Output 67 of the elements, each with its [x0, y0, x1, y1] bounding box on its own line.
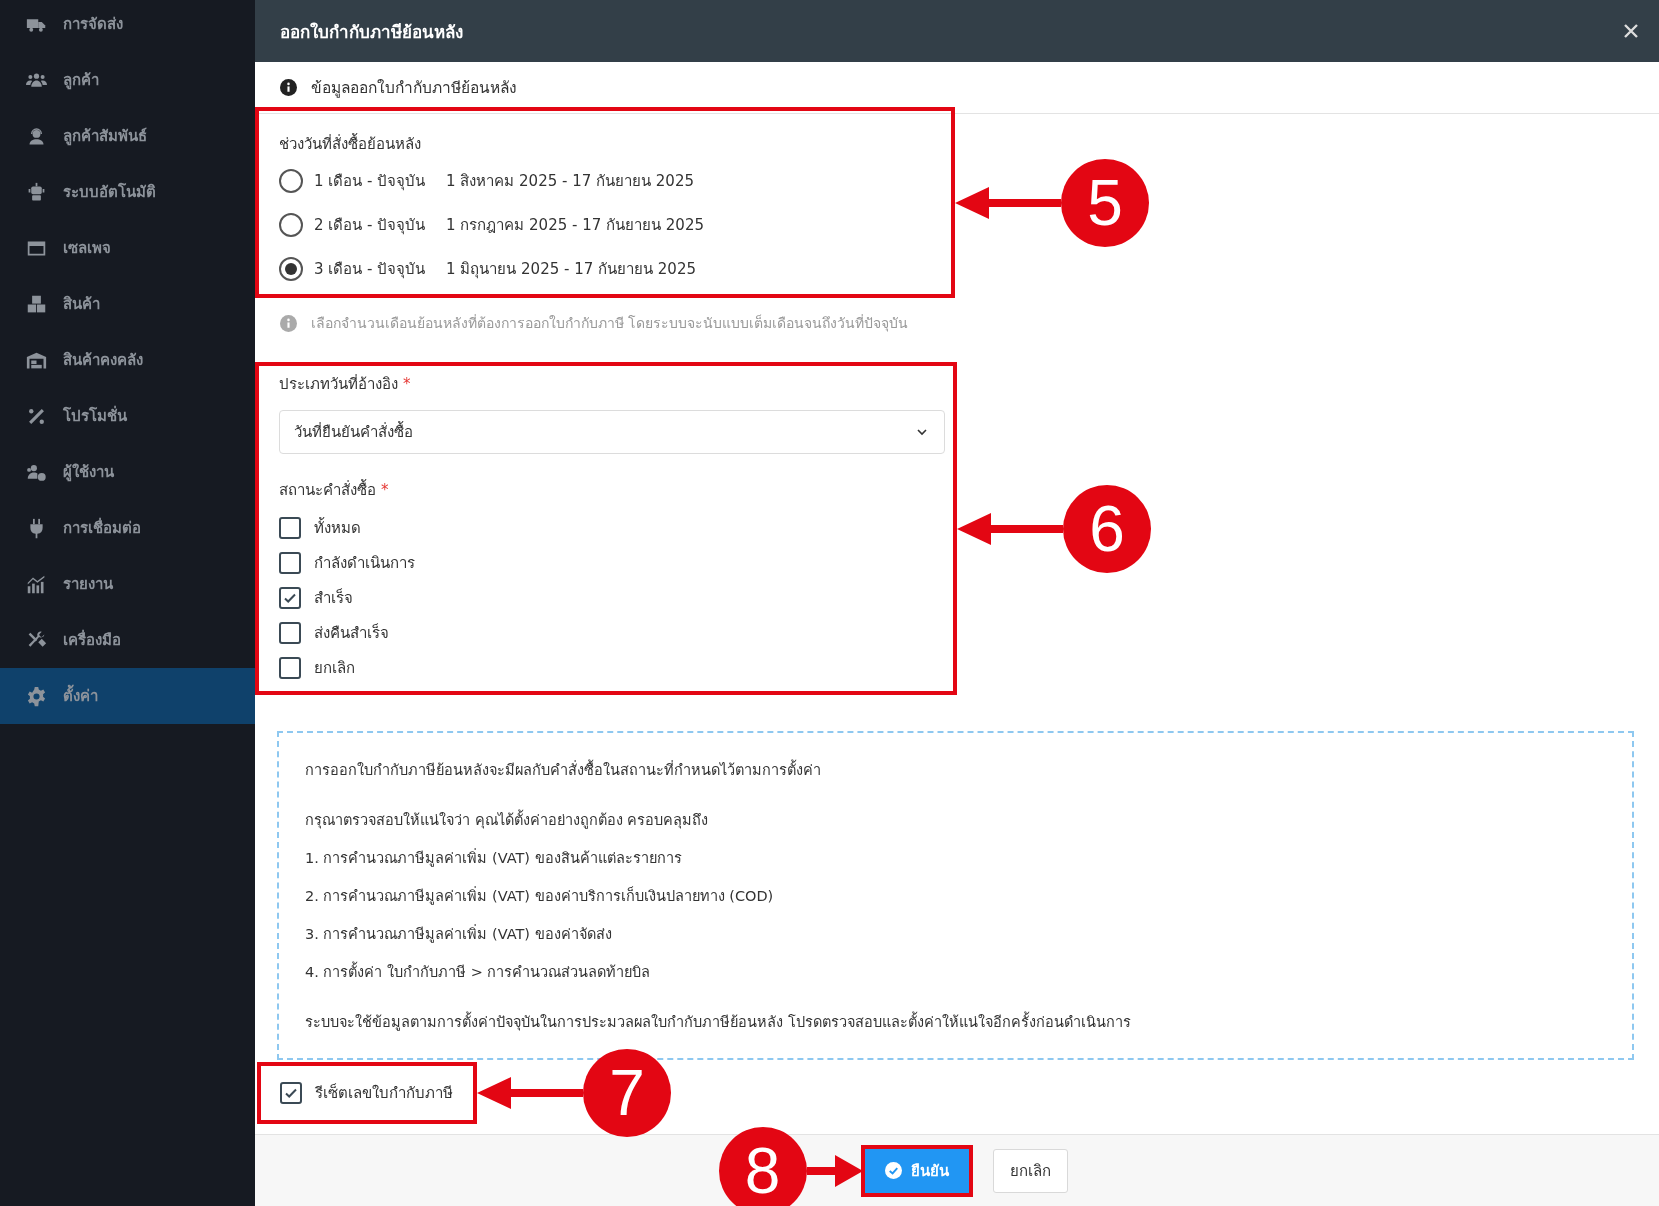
sidebar-item[interactable]: สินค้าคงคลัง: [0, 332, 255, 388]
notice-text: 2. การคำนวณภาษีมูลค่าเพิ่ม (VAT) ของค่าบริการเก็บเงินปลายทาง (COD): [305, 885, 775, 907]
section-title: ข้อมูลออกใบกำกับภาษีย้อนหลัง: [311, 78, 517, 100]
modal-title: ออกใบกำกับภาษีย้อนหลัง: [280, 20, 463, 44]
field-label: ประเภทวันที่อ้างอิง: [279, 373, 398, 395]
sidebar-item[interactable]: เซลเพจ: [0, 220, 255, 276]
sidebar-item[interactable]: รายงาน: [0, 556, 255, 612]
notice-text: กรุณาตรวจสอบให้แน่ใจว่า คุณได้ตั้งค่าอย่างถูกต้อง ครอบคลุมถึง: [305, 808, 1606, 832]
notice-text: 3. การคำนวณภาษีมูลค่าเพิ่ม (VAT) ของค่าจัดส่ง: [305, 923, 613, 945]
step-number-badge: 5: [1061, 158, 1149, 247]
checkbox[interactable]: [279, 551, 301, 574]
sidebar-item[interactable]: ระบบอัตโนมัติ: [0, 164, 255, 220]
sidebar-item[interactable]: โปรโมชั่น: [0, 388, 255, 444]
notice-text: 4. การตั้งค่า ใบกำกับภาษี > การคำนวณส่วนลดท้ายบิล: [305, 960, 1606, 984]
cancel-button[interactable]: ยกเลิก: [992, 1148, 1068, 1193]
sidebar-item[interactable]: สินค้า: [0, 276, 255, 332]
sidebar-item[interactable]: การเชื่อมต่อ: [0, 500, 255, 556]
checkbox[interactable]: [279, 621, 301, 644]
close-icon: [1623, 23, 1639, 39]
date-range-text: 1 มิถุนายน 2025 - 17 กันยายน 2025: [446, 259, 696, 281]
required-mark: *: [381, 480, 389, 501]
checkbox[interactable]: [279, 656, 301, 679]
notice-text: การออกใบกำกับภาษีย้อนหลังจะมีผลกับคำสั่งซื้อในสถานะที่กำหนดไว้ตามการตั้งค่า: [305, 758, 1606, 782]
radio-label[interactable]: 2 เดือน - ปัจจุบัน: [314, 213, 446, 237]
checkbox-label[interactable]: ทั้งหมด: [314, 515, 361, 540]
date-range-text: 1 สิงหาคม 2025 - 17 กันยายน 2025: [446, 171, 694, 192]
radio-button[interactable]: [279, 169, 303, 193]
sidebar-item[interactable]: การจัดส่ง: [0, 0, 255, 52]
robot-icon: [26, 181, 47, 203]
step-number-badge: 6: [1063, 484, 1151, 573]
notice-text: 1. การคำนวณภาษีมูลค่าเพิ่ม (VAT) ของสินค้าแต่ละรายการ: [305, 847, 683, 869]
dropdown-field[interactable]: วันที่ยืนยันคำสั่งซื้อ: [279, 410, 945, 454]
notice-text: ระบบจะใช้ข้อมูลตามการตั้งค่าปัจจุบันในการประมวลผลใบกำกับภาษีย้อนหลัง โปรดตรวจสอบและตั้งค่าให้แน่ใจอีกครั้งก่อนดำเนินการ: [305, 1010, 1606, 1034]
info-icon: [280, 79, 297, 96]
step-number-badge: 7: [583, 1049, 671, 1137]
gear-icon: [26, 685, 47, 707]
checkbox-label[interactable]: ยกเลิก: [314, 655, 355, 680]
checkbox[interactable]: [279, 586, 301, 609]
sidebar-item[interactable]: เครื่องมือ: [0, 612, 255, 668]
hint-text: เลือกจำนวนเดือนย้อนหลังที่ต้องการออกใบกำกับภาษี โดยระบบจะนับแบบเต็มเดือนจนถึงวันที่ปัจจุบัน: [311, 313, 909, 334]
field-label: ช่วงวันที่สั่งซื้อย้อนหลัง: [279, 132, 422, 155]
bar-chart-icon: [26, 573, 47, 595]
field-label: สถานะคำสั่งซื้อ: [279, 478, 376, 501]
checkbox[interactable]: [280, 1082, 302, 1104]
sidebar-item[interactable]: ลูกค้า: [0, 52, 255, 108]
sidebar-item[interactable]: ลูกค้าสัมพันธ์: [0, 108, 255, 164]
check-circle-icon: [884, 1162, 902, 1179]
checkmark-icon: [284, 1086, 298, 1100]
radio-button[interactable]: [279, 257, 303, 281]
radio-label[interactable]: 3 เดือน - ปัจจุบัน: [314, 257, 446, 281]
date-range-text: 1 กรกฎาคม 2025 - 17 กันยายน 2025: [446, 215, 704, 236]
confirm-button[interactable]: ยืนยัน: [864, 1148, 969, 1193]
close-button[interactable]: [1623, 23, 1639, 39]
checkbox-label[interactable]: กำลังดำเนินการ: [314, 550, 415, 575]
checkbox-label[interactable]: ส่งคืนสำเร็จ: [314, 620, 389, 645]
checkbox-label[interactable]: สำเร็จ: [314, 585, 353, 610]
step-number-badge: 8: [718, 1126, 807, 1206]
sidebar-item[interactable]: ผู้ใช้งาน: [0, 444, 255, 500]
boxes-icon: [26, 293, 47, 315]
chevron-down-icon: [916, 426, 928, 438]
radio-label[interactable]: 1 เดือน - ปัจจุบัน: [314, 169, 446, 193]
checkbox[interactable]: [279, 516, 301, 539]
required-mark: *: [403, 374, 411, 395]
checkbox-label[interactable]: รีเซ็ตเลขใบกำกับภาษี: [315, 1081, 453, 1105]
info-icon: [280, 314, 297, 332]
radio-button[interactable]: [279, 213, 303, 237]
sidebar-item[interactable]: ตั้งค่า: [0, 668, 255, 724]
